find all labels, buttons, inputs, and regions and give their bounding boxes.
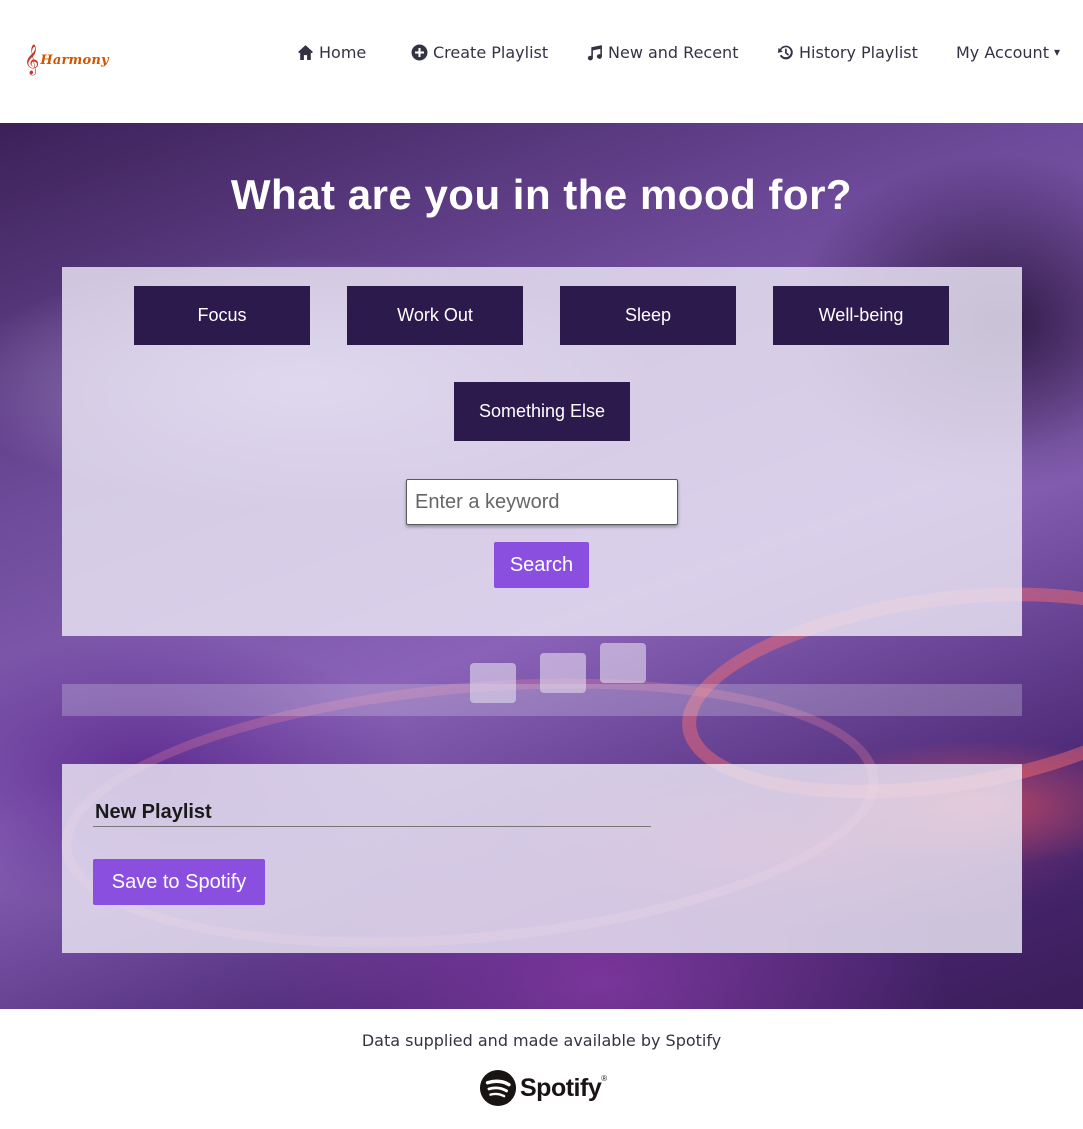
navbar: 𝄞 Harmony Home Create Playlist New and R… bbox=[0, 0, 1083, 123]
mood-sleep-button[interactable]: Sleep bbox=[560, 286, 736, 345]
mood-wellbeing-button[interactable]: Well-being bbox=[773, 286, 949, 345]
playlist-panel: Save to Spotify bbox=[62, 764, 1022, 953]
mood-panel: Focus Work Out Sleep Well-being Somethin… bbox=[62, 267, 1022, 636]
mood-focus-button[interactable]: Focus bbox=[134, 286, 310, 345]
caret-down-icon: ▾ bbox=[1053, 45, 1060, 59]
spotify-credit: Data supplied and made available by Spot… bbox=[361, 1031, 722, 1050]
spotify-icon bbox=[479, 1069, 517, 1107]
nav-history-playlist[interactable]: History Playlist bbox=[777, 40, 918, 64]
nav-my-account[interactable]: My Account ▾ bbox=[956, 40, 1060, 64]
nav-account-label: My Account bbox=[956, 42, 1049, 62]
background-decoration bbox=[600, 643, 646, 683]
music-icon bbox=[587, 44, 602, 60]
brand-name: Harmony bbox=[40, 52, 109, 68]
plus-circle-icon bbox=[411, 44, 428, 60]
harmony-logo[interactable]: 𝄞 Harmony bbox=[24, 44, 109, 76]
mood-something-else-button[interactable]: Something Else bbox=[454, 382, 630, 441]
spotify-logo[interactable]: Spotify® bbox=[479, 1068, 609, 1108]
hero-section: What are you in the mood for? Focus Work… bbox=[0, 123, 1083, 1009]
keyword-search-input[interactable] bbox=[406, 479, 678, 525]
nav-new-label: New and Recent bbox=[608, 42, 739, 62]
treble-clef-icon: 𝄞 bbox=[24, 45, 40, 75]
home-icon bbox=[298, 44, 313, 60]
results-strip bbox=[62, 684, 1022, 716]
search-button[interactable]: Search bbox=[494, 542, 589, 588]
nav-home[interactable]: Home bbox=[297, 40, 366, 64]
mood-workout-button[interactable]: Work Out bbox=[347, 286, 523, 345]
nav-new-and-recent[interactable]: New and Recent bbox=[586, 40, 738, 64]
footer: Data supplied and made available by Spot… bbox=[0, 1009, 1083, 1129]
page-title: What are you in the mood for? bbox=[230, 171, 853, 218]
nav-home-label: Home bbox=[319, 42, 367, 62]
spotify-wordmark: Spotify® bbox=[520, 1073, 607, 1102]
nav-history-label: History Playlist bbox=[799, 42, 918, 62]
nav-create-label: Create Playlist bbox=[433, 42, 549, 62]
playlist-name-input[interactable] bbox=[93, 798, 651, 827]
nav-create-playlist[interactable]: Create Playlist bbox=[411, 40, 548, 64]
save-to-spotify-button[interactable]: Save to Spotify bbox=[93, 859, 265, 905]
history-icon bbox=[777, 45, 793, 59]
